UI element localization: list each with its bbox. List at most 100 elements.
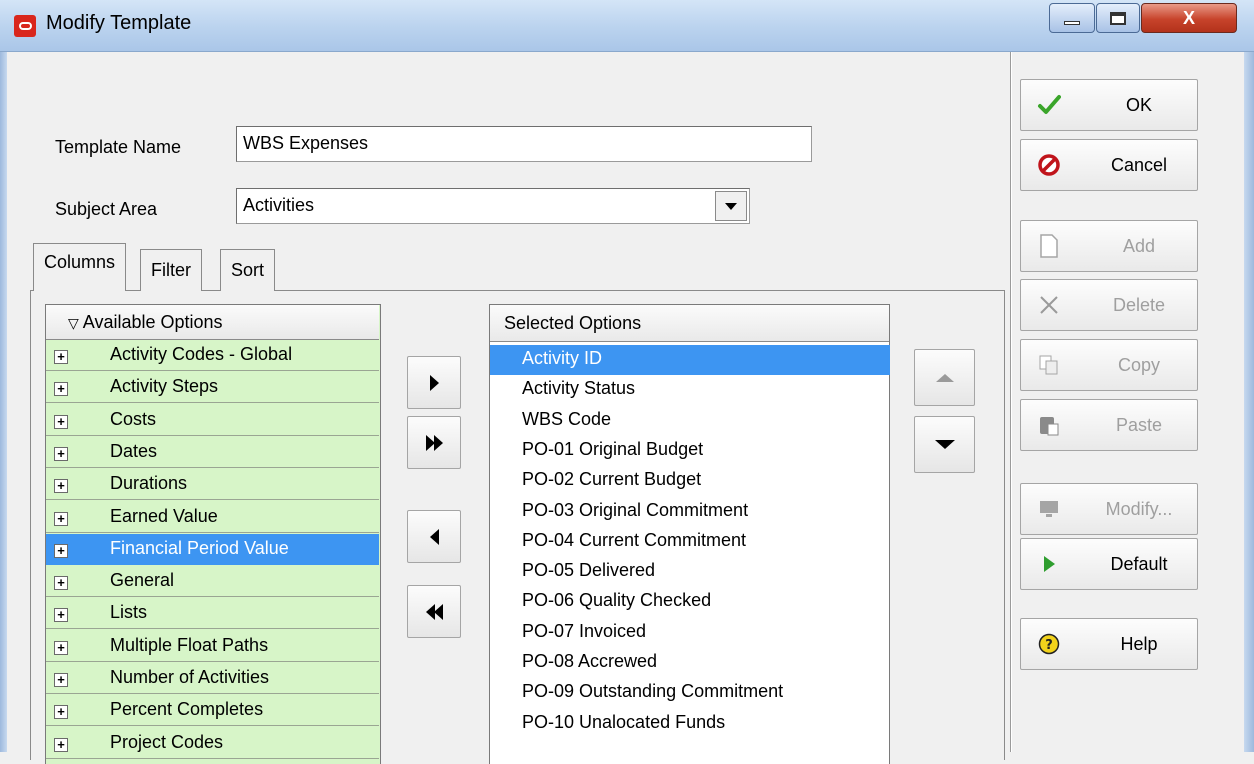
expand-plus-icon[interactable]: + — [54, 576, 68, 590]
subject-area-label: Subject Area — [55, 199, 158, 219]
add-button[interactable]: Add — [1020, 220, 1198, 272]
oracle-app-icon — [14, 15, 36, 37]
available-option-row[interactable]: + Percent Completes — [46, 695, 379, 726]
available-option-label: Durations — [110, 473, 188, 493]
modify-button[interactable]: Modify... — [1020, 483, 1198, 535]
selected-option-row[interactable]: PO-08 Accrewed — [490, 648, 890, 678]
help-button[interactable]: ? Help — [1020, 618, 1198, 670]
maximize-button[interactable] — [1096, 3, 1140, 33]
template-name-input[interactable]: WBS Expenses — [236, 126, 812, 162]
selected-option-row[interactable]: PO-03 Original Commitment — [490, 497, 890, 527]
arrow-left-icon — [429, 528, 439, 545]
available-option-label: General — [110, 570, 175, 590]
expand-plus-icon[interactable]: + — [54, 447, 68, 461]
expand-plus-icon[interactable]: + — [54, 350, 68, 364]
available-option-row[interactable]: + Earned Value — [46, 502, 379, 533]
default-button-label: Default — [1110, 554, 1168, 574]
delete-button-label: Delete — [1112, 295, 1166, 315]
available-option-label: Activity Codes - Global — [110, 344, 293, 364]
available-option-label: Costs — [110, 409, 157, 429]
window-frame-right — [1244, 52, 1254, 752]
expand-plus-icon[interactable]: + — [54, 544, 68, 558]
subject-area-select[interactable]: Activities — [236, 188, 750, 224]
title-bar[interactable]: Modify Template X — [0, 0, 1254, 52]
available-option-row[interactable]: + Project Codes — [46, 728, 379, 759]
available-option-label: Lists — [110, 602, 148, 622]
default-button[interactable]: Default — [1020, 538, 1198, 590]
available-option-label: Activity Steps — [110, 376, 219, 396]
selected-option-row[interactable]: WBS Code — [490, 406, 890, 436]
close-button[interactable]: X — [1141, 3, 1237, 33]
arrow-up-icon — [935, 373, 954, 382]
selected-option-row[interactable]: PO-10 Unalocated Funds — [490, 709, 890, 739]
monitor-icon — [1037, 497, 1061, 521]
expand-plus-icon[interactable]: + — [54, 479, 68, 493]
available-option-row[interactable]: + Multiple Float Paths — [46, 631, 379, 662]
available-option-row[interactable]: + Activity Steps — [46, 372, 379, 403]
add-all-button[interactable] — [407, 416, 461, 469]
play-triangle-icon — [1037, 552, 1061, 576]
paste-clipboard-icon — [1037, 413, 1061, 437]
modify-button-label: Modify... — [1105, 499, 1173, 519]
selected-option-row[interactable]: Activity Status — [490, 375, 890, 405]
arrow-right-icon — [429, 374, 439, 391]
subject-area-dropdown-button[interactable] — [715, 191, 747, 221]
move-up-button[interactable] — [914, 349, 975, 406]
ok-button-label: OK — [1125, 95, 1152, 115]
available-option-row[interactable]: + Lists — [46, 598, 379, 629]
available-option-row[interactable]: + Financial Period Value — [46, 534, 379, 565]
delete-button[interactable]: Delete — [1020, 279, 1198, 331]
cancel-button-label: Cancel — [1110, 155, 1168, 175]
cancel-button[interactable]: Cancel — [1020, 139, 1198, 191]
selected-option-row[interactable]: Activity ID — [490, 345, 890, 375]
available-option-label: Earned Value — [110, 506, 218, 526]
selected-options-header[interactable]: Selected Options — [490, 305, 889, 342]
selected-option-row[interactable]: PO-01 Original Budget — [490, 436, 890, 466]
minimize-icon — [1064, 21, 1080, 25]
available-option-label: Percent Completes — [110, 699, 264, 719]
new-document-icon — [1037, 234, 1061, 258]
move-down-button[interactable] — [914, 416, 975, 473]
remove-all-button[interactable] — [407, 585, 461, 638]
remove-selected-button[interactable] — [407, 510, 461, 563]
tab-columns[interactable]: Columns — [33, 243, 127, 291]
selected-option-row[interactable]: PO-07 Invoiced — [490, 618, 890, 648]
expand-plus-icon[interactable]: + — [54, 641, 68, 655]
double-arrow-left-icon — [425, 603, 443, 620]
template-name-label: Template Name — [55, 137, 182, 157]
available-option-row[interactable]: + Number of Activities — [46, 663, 379, 694]
available-options-header[interactable]: ▽ Available Options — [46, 305, 379, 340]
expand-plus-icon[interactable]: + — [54, 512, 68, 526]
available-option-label: Dates — [110, 441, 158, 461]
available-option-row[interactable]: + Activity Codes - Global — [46, 340, 379, 371]
selected-option-row[interactable]: PO-06 Quality Checked — [490, 587, 890, 617]
selected-option-row[interactable]: PO-05 Delivered — [490, 557, 890, 587]
svg-text:?: ? — [1045, 638, 1053, 653]
expand-plus-icon[interactable]: + — [54, 738, 68, 752]
maximize-icon — [1110, 11, 1126, 25]
expand-plus-icon[interactable]: + — [54, 673, 68, 687]
expand-plus-icon[interactable]: + — [54, 705, 68, 719]
selected-option-row[interactable]: PO-02 Current Budget — [490, 466, 890, 496]
available-option-row[interactable]: + Durations — [46, 469, 379, 500]
delete-x-icon — [1037, 293, 1061, 317]
add-selected-button[interactable] — [407, 356, 461, 409]
expand-plus-icon[interactable]: + — [54, 415, 68, 429]
available-option-row[interactable]: + Dates — [46, 437, 379, 468]
window-title: Modify Template — [46, 12, 192, 34]
tab-sort[interactable]: Sort — [220, 249, 276, 291]
tab-filter[interactable]: Filter — [140, 249, 202, 291]
paste-button[interactable]: Paste — [1020, 399, 1198, 451]
available-option-row[interactable]: + Costs — [46, 405, 379, 436]
ok-button[interactable]: OK — [1020, 79, 1198, 131]
expand-plus-icon[interactable]: + — [54, 382, 68, 396]
add-button-label: Add — [1122, 236, 1156, 256]
chevron-down-icon — [725, 202, 737, 210]
expand-plus-icon[interactable]: + — [54, 608, 68, 622]
selected-option-row[interactable]: PO-04 Current Commitment — [490, 527, 890, 557]
minimize-button[interactable] — [1049, 3, 1095, 33]
window-frame-left — [0, 52, 7, 752]
selected-option-row[interactable]: PO-09 Outstanding Commitment — [490, 678, 890, 708]
copy-button[interactable]: Copy — [1020, 339, 1198, 391]
available-option-row[interactable]: + General — [46, 566, 379, 597]
